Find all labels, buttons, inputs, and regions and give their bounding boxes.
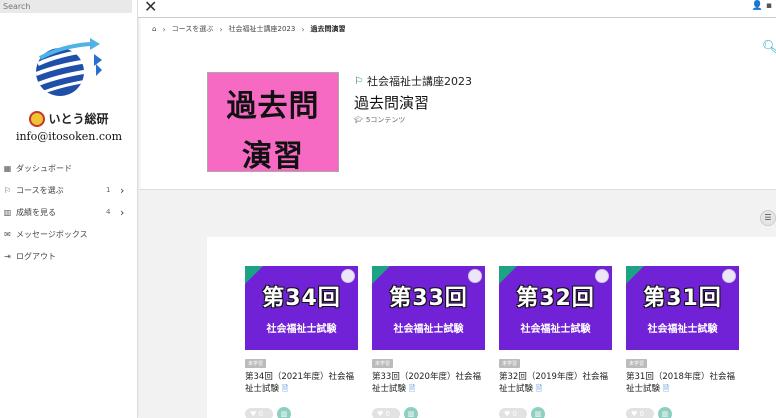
card-exam: 社会福祉士試験: [647, 324, 718, 335]
like-button[interactable]: ♥ 0: [372, 408, 400, 418]
home-icon[interactable]: ⌂: [152, 25, 156, 33]
card-image[interactable]: 第33回 社会福祉士試験: [372, 266, 485, 350]
card-actions: ♥ 0 ▥: [372, 407, 486, 418]
breadcrumb: ⌂ › コースを選ぶ › 社会福祉士講座2023 › 過去問演習: [152, 23, 346, 35]
sidebar-item-label: 成績を見る: [16, 207, 56, 217]
brand-name: いとう総研: [48, 112, 109, 126]
sidebar-item-course[interactable]: ⚐ コースを選ぶ 1 ›: [0, 179, 138, 201]
card-actions: ♥ 0 ▥: [499, 407, 613, 418]
breadcrumb-separator: ›: [162, 24, 166, 34]
like-count: 0: [385, 410, 390, 418]
like-count: 0: [258, 410, 263, 418]
status-badge: 未学習: [499, 359, 521, 368]
status-badge: 未学習: [245, 359, 267, 368]
section-thumbnail: 過去問 演習: [207, 72, 339, 174]
card-title-text[interactable]: 第34回（2021年度）社会福祉士試験: [245, 372, 354, 394]
like-count: 0: [639, 410, 644, 418]
brand-row: いとう総研: [0, 110, 138, 127]
sidebar-item-count: 1: [106, 186, 111, 194]
flag-icon: ⚐: [354, 75, 363, 87]
app-root: いとう総研 info@itosoken.com ▦ ダッシュボード ⚐ コースを…: [0, 0, 776, 418]
chevron-right-icon[interactable]: ›: [120, 184, 124, 197]
breadcrumb-item-course[interactable]: 社会福祉士講座2023: [229, 24, 296, 34]
list-view-icon[interactable]: ☰: [760, 210, 776, 226]
card-image[interactable]: 第31回 社会福祉士試験: [626, 266, 739, 350]
message-icon: ✉: [4, 229, 11, 239]
card-title-text[interactable]: 第32回（2019年度）社会福祉士試験: [499, 372, 608, 394]
page-title: 過去問演習: [354, 94, 430, 112]
card-title[interactable]: 第33回（2020年度）社会福祉士試験 🗎︎: [372, 371, 486, 395]
brand-email: info@itosoken.com: [15, 130, 123, 143]
stats-icon[interactable]: ▥: [404, 407, 418, 418]
card-exam: 社会福祉士試験: [266, 324, 337, 335]
sidebar-item-grades[interactable]: ▥ 成績を見る 4 ›: [0, 201, 138, 223]
status-badge: 未学習: [372, 359, 394, 368]
flag-icon: ⚐: [3, 185, 12, 195]
card-round: 第32回: [516, 286, 595, 311]
card-round: 第31回: [643, 286, 722, 311]
like-button[interactable]: ♥ 0: [245, 408, 273, 418]
card-actions: ♥ 0 ▥: [245, 407, 359, 418]
stats-icon[interactable]: ▥: [658, 407, 672, 418]
sidebar-item-label: コースを選ぶ: [16, 185, 64, 195]
content-card[interactable]: 第31回 社会福祉士試験 未学習 第31回（2018年度）社会福祉士試験 🗎︎ …: [626, 266, 740, 418]
card-exam: 社会福祉士試験: [393, 324, 464, 335]
contents-count-row: 🎓︎ 5コンテンツ: [354, 115, 405, 125]
stats-icon[interactable]: ▥: [531, 407, 545, 418]
breadcrumb-item-course-select[interactable]: コースを選ぶ: [172, 24, 214, 34]
sidebar-item-label: メッセージボックス: [16, 229, 88, 239]
sidebar-item-dashboard[interactable]: ▦ ダッシュボード: [0, 157, 138, 179]
card-round: 第34回: [262, 286, 341, 311]
breadcrumb-item-current: 過去問演習: [310, 25, 346, 33]
chevron-right-icon[interactable]: ›: [120, 206, 124, 219]
user-icon[interactable]: 👤 ▪: [752, 1, 772, 11]
close-icon[interactable]: ✕: [144, 0, 157, 16]
sidebar-item-label: ログアウト: [16, 251, 56, 261]
globe-logo-icon: [35, 38, 102, 96]
grid-icon: ▦: [3, 163, 12, 173]
sidebar-item-count: 4: [106, 208, 111, 216]
breadcrumb-separator: ›: [301, 24, 305, 34]
like-count: 0: [512, 410, 517, 418]
thumbnail-line-2: 演習: [242, 139, 304, 174]
document-icon: 🗎︎: [408, 384, 416, 393]
card-image[interactable]: 第34回 社会福祉士試験: [245, 266, 358, 350]
course-row: ⚐ 社会福祉士講座2023: [354, 73, 472, 89]
sidebar-item-messages[interactable]: ✉ メッセージボックス: [0, 223, 138, 245]
sidebar-item-label: ダッシュボード: [16, 163, 72, 173]
thumbnail-line-1: 過去問: [226, 89, 320, 124]
card-title[interactable]: 第34回（2021年度）社会福祉士試験 🗎︎: [245, 371, 359, 395]
graduation-cap-icon: 🎓︎: [354, 116, 363, 124]
card-title-text[interactable]: 第31回（2018年度）社会福祉士試験: [626, 372, 735, 394]
sidebar: いとう総研 info@itosoken.com ▦ ダッシュボード ⚐ コースを…: [0, 0, 138, 418]
brand-mark-icon: [29, 110, 46, 127]
search-icon[interactable]: 🔍︎: [762, 40, 776, 55]
card-title[interactable]: 第31回（2018年度）社会福祉士試験 🗎︎: [626, 371, 740, 395]
card-actions: ♥ 0 ▥: [626, 407, 740, 418]
contents-count: 5コンテンツ: [365, 116, 406, 124]
stats-icon[interactable]: ▥: [277, 407, 291, 418]
document-icon: 🗎︎: [662, 384, 670, 393]
like-button[interactable]: ♥ 0: [499, 408, 527, 418]
logout-icon: ⇥: [4, 251, 11, 261]
card-image[interactable]: 第32回 社会福祉士試験: [499, 266, 612, 350]
card-exam: 社会福祉士試験: [520, 324, 591, 335]
top-bar: ✕ 👤 ▪: [138, 0, 776, 18]
card-title[interactable]: 第32回（2019年度）社会福祉士試験 🗎︎: [499, 371, 613, 395]
chart-icon: ▥: [3, 207, 12, 217]
course-name[interactable]: 社会福祉士講座2023: [367, 73, 472, 89]
card-round: 第33回: [389, 286, 468, 311]
document-icon: 🗎︎: [535, 384, 543, 393]
breadcrumb-separator: ›: [219, 24, 223, 34]
status-badge: 未学習: [626, 359, 648, 368]
document-icon: 🗎︎: [281, 384, 289, 393]
content-card[interactable]: 第33回 社会福祉士試験 未学習 第33回（2020年度）社会福祉士試験 🗎︎ …: [372, 266, 486, 418]
sidebar-search-input[interactable]: [0, 0, 132, 13]
content-card[interactable]: 第32回 社会福祉士試験 未学習 第32回（2019年度）社会福祉士試験 🗎︎ …: [499, 266, 613, 418]
like-button[interactable]: ♥ 0: [626, 408, 654, 418]
content-card[interactable]: 第34回 社会福祉士試験 未学習 第34回（2021年度）社会福祉士試験 🗎︎ …: [245, 266, 359, 418]
card-title-text[interactable]: 第33回（2020年度）社会福祉士試験: [372, 372, 481, 394]
sidebar-nav: ▦ ダッシュボード ⚐ コースを選ぶ 1 › ▥ 成績を見る 4 › ✉ メッセ…: [0, 157, 138, 267]
sidebar-item-logout[interactable]: ⇥ ログアウト: [0, 245, 138, 267]
